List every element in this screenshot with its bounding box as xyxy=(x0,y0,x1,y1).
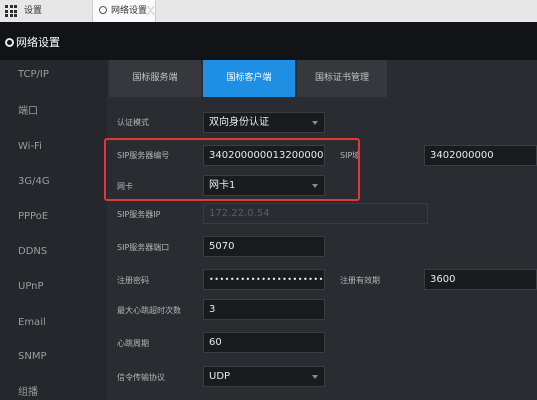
max-heartbeat-timeout-input[interactable]: 3 xyxy=(203,299,325,320)
sidebar-item-upnp[interactable]: UPnP xyxy=(18,280,44,294)
tab-gb-certificate[interactable]: 国标证书管理 xyxy=(297,60,387,97)
sidebar-item-wifi[interactable]: Wi-Fi xyxy=(18,140,42,154)
sip-domain-input[interactable]: 3402000000 xyxy=(424,145,537,166)
sidebar-item-email[interactable]: Email xyxy=(18,316,46,330)
close-tab-icon[interactable]: x xyxy=(146,0,155,22)
signal-protocol-label: 信令传输协议 xyxy=(117,373,165,382)
window-tab-bar: 设置 网络设置 x xyxy=(0,0,537,22)
highlight-box xyxy=(104,138,360,201)
network-settings-icon xyxy=(5,38,14,47)
max-heartbeat-timeout-label: 最大心跳超时次数 xyxy=(117,306,181,315)
sip-server-ip-label: SIP服务器IP xyxy=(117,210,161,219)
tab-network-label: 网络设置 xyxy=(111,6,148,16)
register-validity-label: 注册有效期 xyxy=(340,276,380,285)
register-password-input[interactable]: •••••••••••••••••••••••• xyxy=(203,269,325,290)
sidebar-item-3g4g[interactable]: 3G/4G xyxy=(18,175,50,189)
sidebar-item-tcpip[interactable]: TCP/IP xyxy=(18,68,49,82)
sidebar-item-pppoe[interactable]: PPPoE xyxy=(18,210,48,224)
register-password-label: 注册密码 xyxy=(117,276,149,285)
sip-server-port-label: SIP服务器端口 xyxy=(117,243,170,252)
auth-mode-label: 认证模式 xyxy=(117,118,149,127)
page-title: 网络设置 xyxy=(16,36,60,49)
sidebar-item-port[interactable]: 端口 xyxy=(18,105,38,119)
sip-server-ip-input: 172.22.0.54 xyxy=(203,203,428,224)
heartbeat-period-input[interactable]: 60 xyxy=(203,332,325,353)
sidebar-item-snmp[interactable]: SNMP xyxy=(18,350,47,364)
page-header: 网络设置 xyxy=(0,22,537,60)
tab-settings[interactable]: 设置 xyxy=(24,4,42,18)
heartbeat-period-label: 心跳周期 xyxy=(117,339,149,348)
sidebar: TCP/IP 端口 Wi-Fi 3G/4G PPPoE DDNS UPnP Em… xyxy=(0,60,107,400)
network-gear-icon xyxy=(99,6,107,14)
sidebar-item-ddns[interactable]: DDNS xyxy=(18,245,47,259)
sip-server-port-input[interactable]: 5070 xyxy=(203,236,325,257)
tab-gb-server[interactable]: 国标服务端 xyxy=(109,60,201,97)
sidebar-item-multicast[interactable]: 组播 xyxy=(18,386,38,400)
tab-gb-client[interactable]: 国标客户端 xyxy=(203,60,295,97)
register-validity-input[interactable]: 3600 xyxy=(424,269,537,290)
apps-grid-icon[interactable] xyxy=(5,5,17,17)
auth-mode-select[interactable]: 双向身份认证 xyxy=(203,112,325,133)
signal-protocol-select[interactable]: UDP xyxy=(203,366,325,387)
